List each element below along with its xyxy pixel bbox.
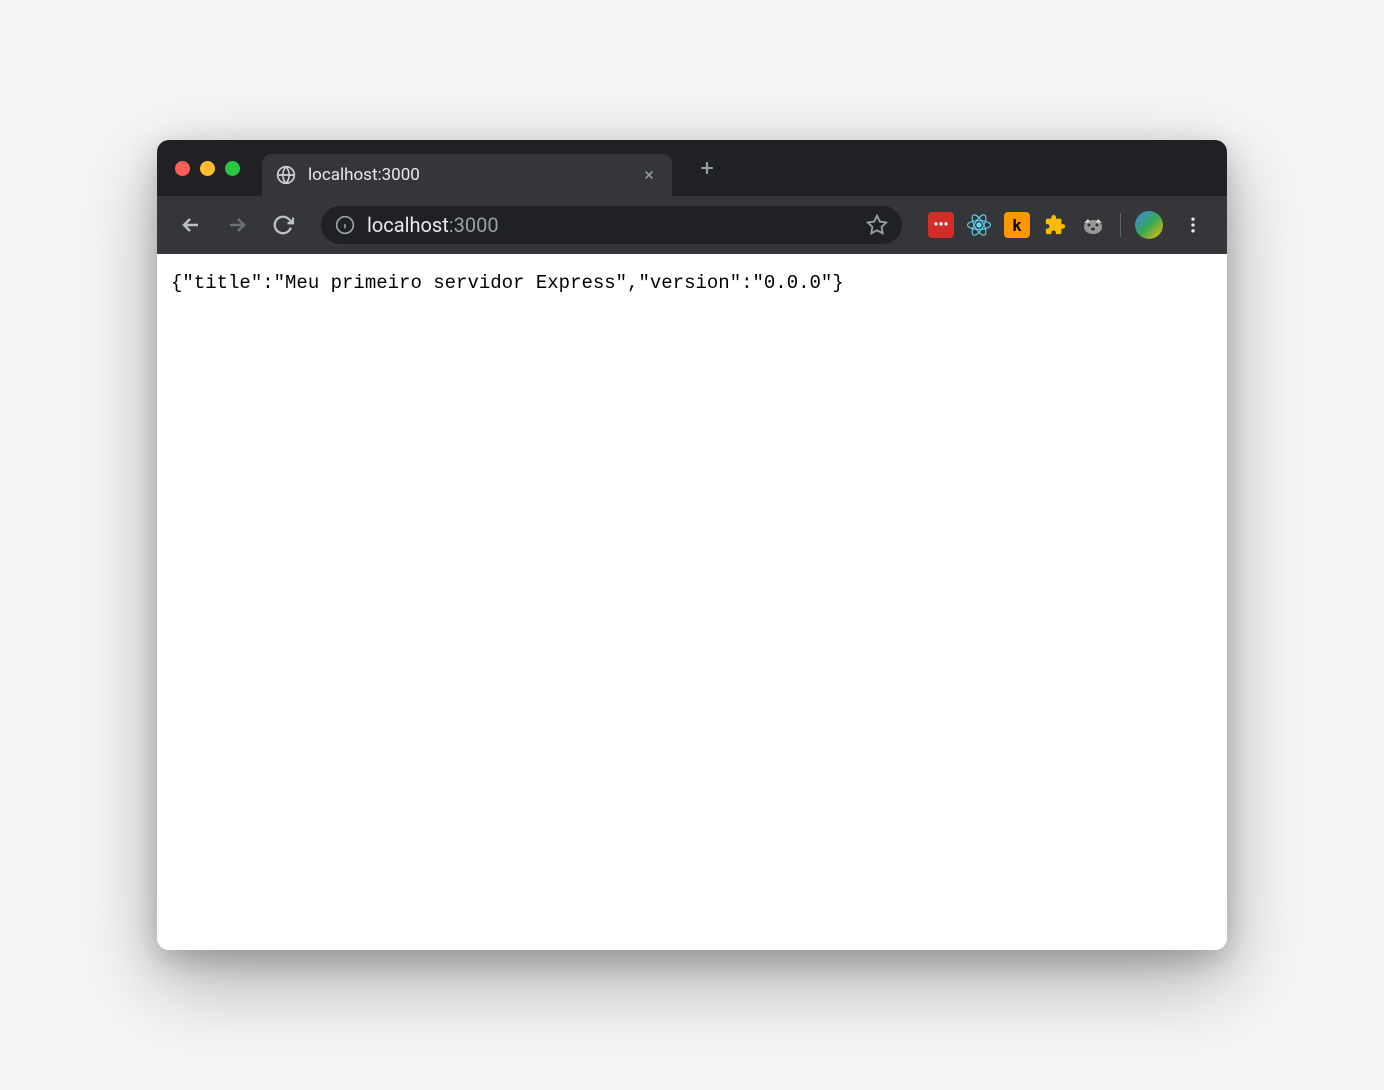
- extension-react-icon[interactable]: [966, 212, 992, 238]
- window-minimize-button[interactable]: [200, 161, 215, 176]
- tab-strip: localhost:3000: [157, 140, 1227, 196]
- extension-k-icon[interactable]: k: [1004, 212, 1030, 238]
- new-tab-button[interactable]: [690, 151, 724, 185]
- extensions: ••• k: [928, 207, 1211, 243]
- reload-button[interactable]: [265, 207, 301, 243]
- browser-window: localhost:3000: [157, 140, 1227, 950]
- url-text: localhost:3000: [367, 213, 854, 237]
- menu-button[interactable]: [1175, 207, 1211, 243]
- json-response-text: {"title":"Meu primeiro servidor Express"…: [171, 272, 844, 294]
- browser-tab[interactable]: localhost:3000: [262, 154, 672, 196]
- address-bar[interactable]: localhost:3000: [321, 206, 902, 244]
- separator: [1120, 213, 1121, 237]
- back-button[interactable]: [173, 207, 209, 243]
- bookmark-button[interactable]: [866, 214, 888, 236]
- window-maximize-button[interactable]: [225, 161, 240, 176]
- profile-avatar[interactable]: [1135, 211, 1163, 239]
- close-tab-button[interactable]: [640, 166, 658, 184]
- extension-lastpass-icon[interactable]: •••: [928, 212, 954, 238]
- extension-badger-icon[interactable]: [1080, 212, 1106, 238]
- forward-button[interactable]: [219, 207, 255, 243]
- tab-title: localhost:3000: [308, 165, 628, 185]
- info-icon[interactable]: [335, 215, 355, 235]
- toolbar: localhost:3000 ••• k: [157, 196, 1227, 254]
- extension-puzzle-icon[interactable]: [1042, 212, 1068, 238]
- url-path: :3000: [449, 213, 499, 237]
- globe-icon: [276, 165, 296, 185]
- url-host: localhost: [367, 213, 449, 237]
- window-close-button[interactable]: [175, 161, 190, 176]
- window-controls: [175, 161, 240, 176]
- page-content[interactable]: {"title":"Meu primeiro servidor Express"…: [157, 254, 1227, 950]
